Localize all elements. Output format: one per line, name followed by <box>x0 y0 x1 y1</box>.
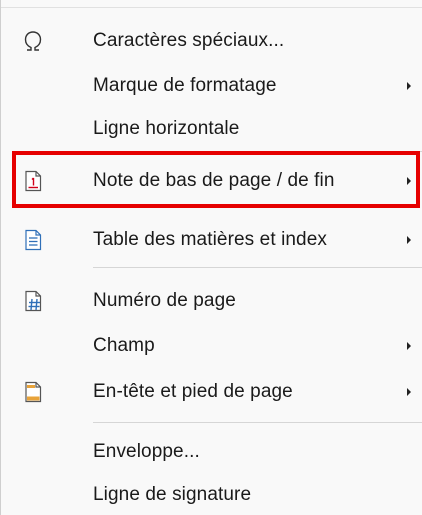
submenu-arrow-icon <box>407 235 411 244</box>
menu-top-divider <box>1 7 422 8</box>
menu-item-field[interactable]: Champ <box>1 325 422 366</box>
menu-item-page-number[interactable]: Numéro de page <box>1 280 422 321</box>
submenu-arrow-icon <box>407 176 411 185</box>
menu-item-label: Enveloppe... <box>93 440 200 462</box>
submenu-arrow-icon <box>407 341 411 350</box>
menu-item-formatting-mark[interactable]: Marque de formatage <box>1 65 422 106</box>
header-footer-icon <box>21 380 45 404</box>
submenu-arrow-icon <box>407 387 411 396</box>
menu-item-label: En-tête et pied de page <box>93 380 293 402</box>
menu-item-header-footer[interactable]: En-tête et pied de page <box>1 371 422 412</box>
menu-item-horizontal-line[interactable]: Ligne horizontale <box>1 108 422 149</box>
menu-item-label: Note de bas de page / de fin <box>93 169 335 191</box>
page-number-icon <box>21 289 45 313</box>
table-of-contents-icon <box>21 228 45 252</box>
menu-item-label: Numéro de page <box>93 289 236 311</box>
menu-item-envelope[interactable]: Enveloppe... <box>1 431 422 472</box>
footnote-icon <box>21 169 45 193</box>
insert-menu: Caractères spéciaux... Marque de formata… <box>0 0 422 515</box>
menu-item-label: Marque de formatage <box>93 74 277 96</box>
submenu-arrow-icon <box>407 81 411 90</box>
menu-item-special-characters[interactable]: Caractères spéciaux... <box>1 20 422 61</box>
menu-separator <box>93 267 422 268</box>
omega-icon <box>21 29 45 53</box>
menu-item-label: Caractères spéciaux... <box>93 29 285 51</box>
menu-item-label: Table des matières et index <box>93 228 327 250</box>
menu-separator <box>93 151 422 152</box>
menu-item-label: Ligne horizontale <box>93 117 240 139</box>
menu-item-label: Champ <box>93 334 155 356</box>
menu-separator <box>93 422 422 423</box>
menu-item-signature-line[interactable]: Ligne de signature <box>1 474 422 515</box>
menu-item-label: Ligne de signature <box>93 483 252 505</box>
menu-item-table-of-contents[interactable]: Table des matières et index <box>1 219 422 260</box>
menu-item-footnote-endnote[interactable]: Note de bas de page / de fin <box>1 160 422 201</box>
